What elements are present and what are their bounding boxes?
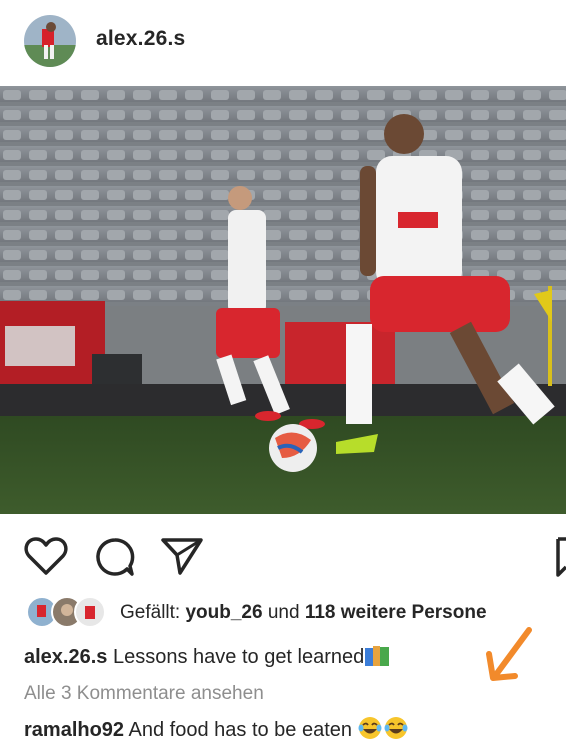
view-all-comments-link[interactable]: Alle 3 Kommentare ansehen — [24, 683, 264, 705]
bookmark-icon[interactable] — [556, 536, 566, 583]
comment-bubble-icon[interactable] — [94, 536, 136, 583]
likes-row: Gefällt: youb_26 und 118 weitere Persone — [0, 596, 566, 630]
paper-plane-icon[interactable] — [160, 536, 204, 581]
orange-arrow-annotation-icon — [483, 626, 535, 691]
profile-avatar[interactable] — [24, 15, 76, 67]
caption-text: Lessons have to get learned — [107, 646, 365, 668]
comment-text: And food has to be eaten — [124, 719, 358, 741]
first-liker-link[interactable]: youb_26 — [185, 602, 262, 623]
comment-username[interactable]: ramalho92 — [24, 719, 124, 741]
post-username[interactable]: alex.26.s — [96, 27, 185, 51]
caption-username[interactable]: alex.26.s — [24, 646, 107, 668]
likes-connector: und — [262, 602, 305, 623]
heart-icon[interactable] — [24, 536, 68, 581]
laughing-emoji-icon — [358, 716, 410, 746]
action-bar — [0, 520, 566, 580]
likes-prefix: Gefällt: — [120, 602, 186, 623]
comment-item: ramalho92 And food has to be eaten — [24, 716, 410, 746]
books-emoji-icon — [364, 645, 390, 673]
likes-text: Gefällt: youb_26 und 118 weitere Persone — [120, 602, 487, 624]
other-likers-link[interactable]: 118 weitere Persone — [305, 602, 487, 623]
liker-avatars[interactable] — [26, 596, 108, 628]
post-caption: alex.26.s Lessons have to get learned — [24, 645, 390, 673]
post-header: alex.26.s — [0, 0, 566, 86]
post-photo[interactable] — [0, 86, 566, 514]
